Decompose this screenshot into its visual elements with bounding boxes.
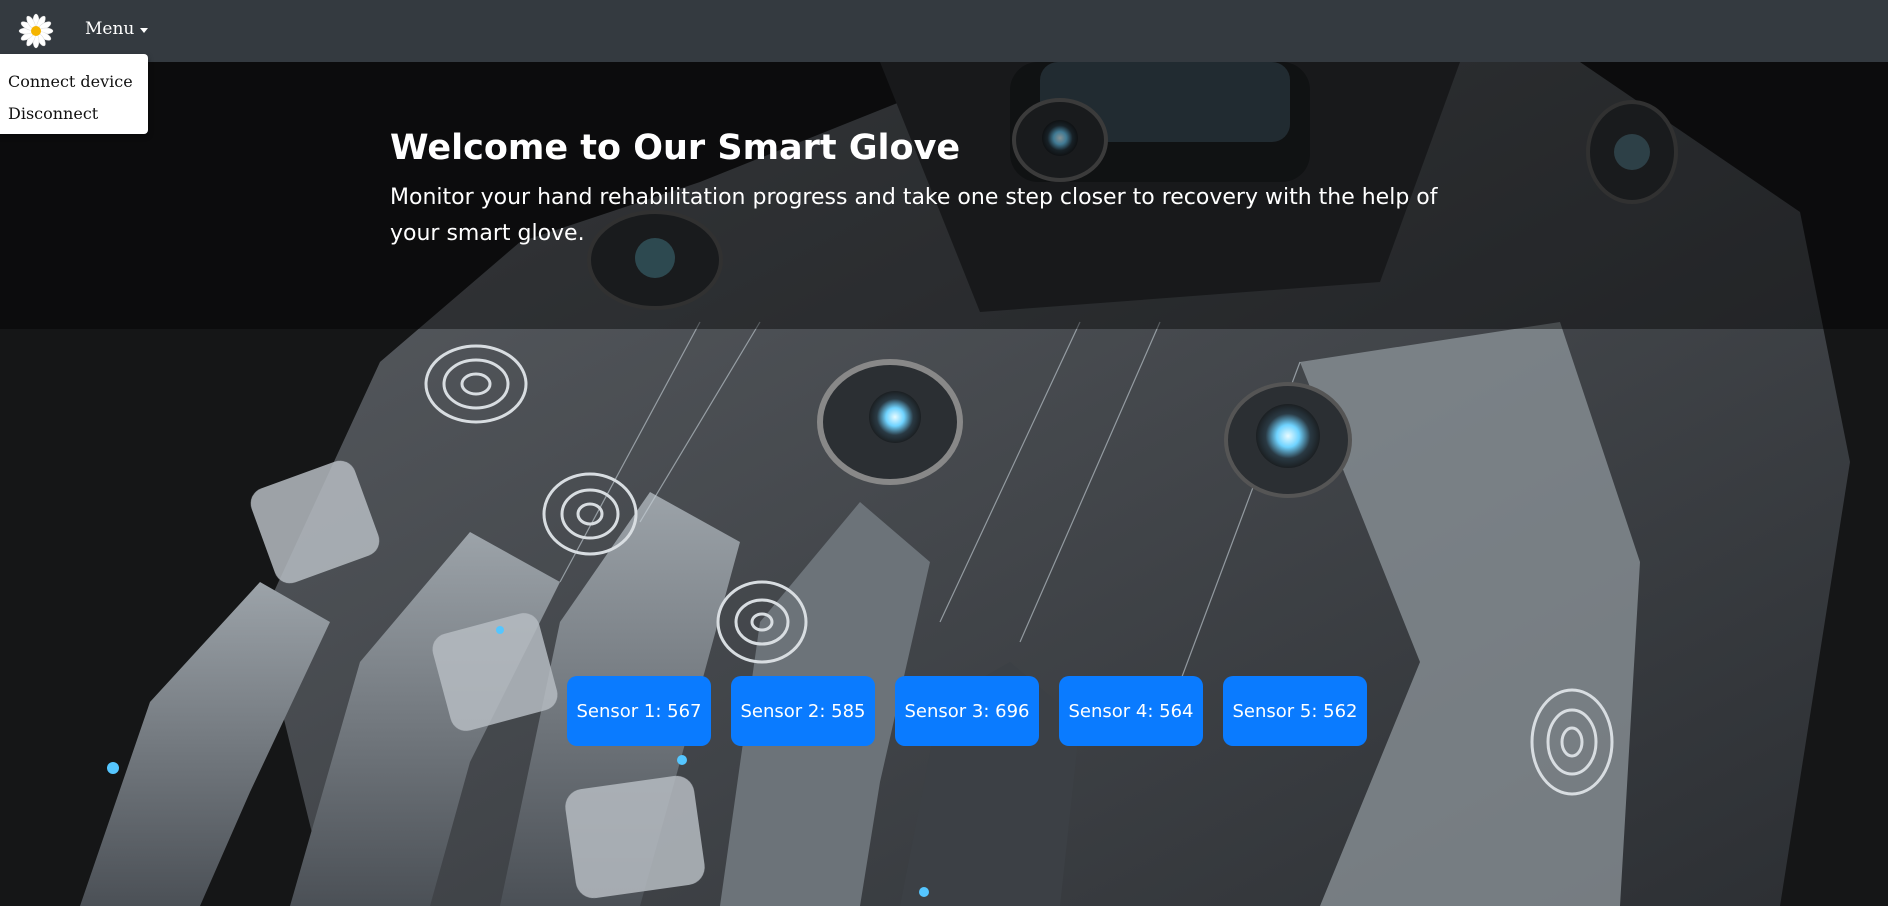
sensor-5-button[interactable]: Sensor 5: 562: [1223, 676, 1367, 746]
menu-dropdown-toggle[interactable]: Menu: [85, 19, 149, 39]
sensor-1-button[interactable]: Sensor 1: 567: [567, 676, 711, 746]
hero-banner: Welcome to Our Smart Glove Monitor your …: [0, 62, 1888, 329]
hero-title: Welcome to Our Smart Glove: [390, 128, 961, 168]
menu-label: Menu: [85, 19, 135, 39]
top-navbar: Menu: [0, 0, 1888, 62]
connect-device-item[interactable]: Connect device: [0, 66, 148, 98]
disconnect-item[interactable]: Disconnect: [0, 98, 148, 130]
sensor-2-button[interactable]: Sensor 2: 585: [731, 676, 875, 746]
hero-subtitle: Monitor your hand rehabilitation progres…: [390, 185, 1438, 246]
sensor-readings: Sensor 1: 567 Sensor 2: 585 Sensor 3: 69…: [567, 676, 1367, 746]
hero-section: Welcome to Our Smart Glove Monitor your …: [0, 62, 1888, 906]
sensor-3-button[interactable]: Sensor 3: 696: [895, 676, 1039, 746]
caret-down-icon: [140, 27, 149, 33]
sensor-4-button[interactable]: Sensor 4: 564: [1059, 676, 1203, 746]
menu-dropdown: Connect device Disconnect: [0, 54, 148, 134]
daisy-icon[interactable]: [18, 13, 54, 49]
